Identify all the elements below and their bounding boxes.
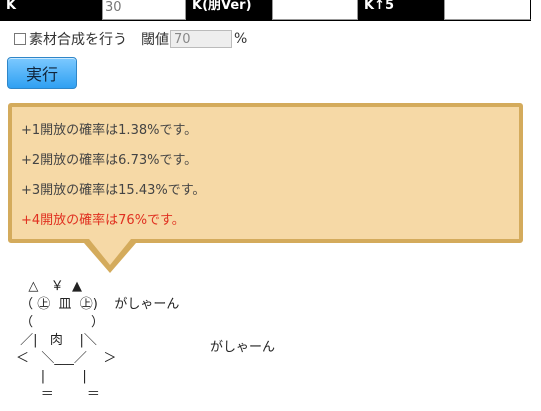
result-line-1: +1開放の確率は1.38%です。 xyxy=(21,123,198,138)
result-line-2: +2開放の確率は6.73%です。 xyxy=(21,153,198,168)
material-synthesis-checkbox[interactable] xyxy=(14,33,26,45)
k-up5-input[interactable] xyxy=(444,0,531,20)
callout-tail-fill xyxy=(89,239,131,265)
ascii-art-character: △ ￥ ▲ （ ㊤ 皿 ㊤) がしゃーん （ ） ／| 肉 |＼ ＜ ＼___／… xyxy=(16,279,180,402)
k-ver-input[interactable] xyxy=(272,0,358,20)
result-line-3: +3開放の確率は15.43%です。 xyxy=(21,183,206,198)
k-input[interactable] xyxy=(103,0,185,15)
run-button[interactable]: 実行 xyxy=(7,57,77,89)
gasha-sound-text: がしゃーん xyxy=(210,340,276,355)
material-synthesis-label: 素材合成を行う xyxy=(29,32,127,48)
result-line-4: +4開放の確率は76%です。 xyxy=(21,213,185,228)
k-ver-label: K(朋Ver) xyxy=(186,0,272,20)
threshold-input[interactable] xyxy=(170,30,232,48)
k-value-cell[interactable] xyxy=(102,0,186,20)
k-label: K xyxy=(0,0,102,20)
result-callout: +1開放の確率は1.38%です。 +2開放の確率は6.73%です。 +3開放の確… xyxy=(8,103,523,243)
k-up5-label: K↑5 xyxy=(358,0,444,20)
parameter-table: K K(朋Ver) K↑5 xyxy=(0,0,531,21)
threshold-label: 閾値 xyxy=(141,32,169,48)
options-row: 素材合成を行う 閾値 % xyxy=(14,28,247,50)
threshold-unit: % xyxy=(234,31,248,47)
